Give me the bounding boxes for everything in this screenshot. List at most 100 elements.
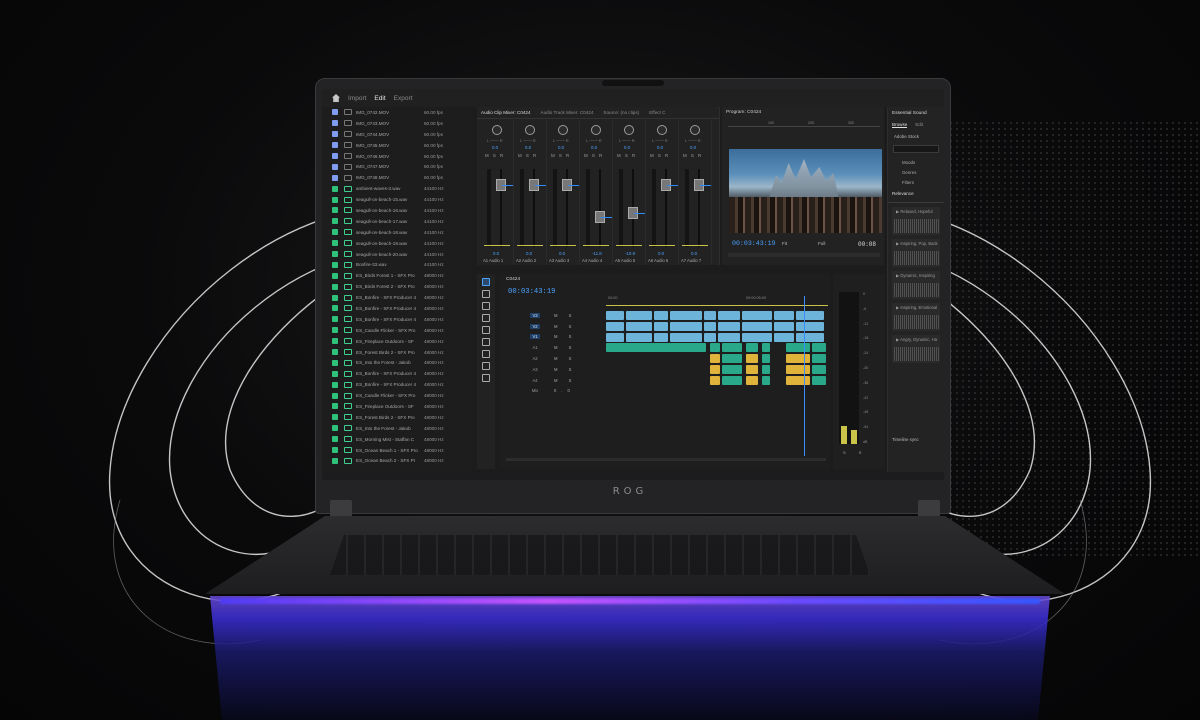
tab-audio-track-mixer[interactable]: Audio Track Mixer: C0424 xyxy=(541,110,594,115)
project-item[interactable]: Bonfire-33.wav 44100 Hz xyxy=(322,259,472,270)
project-item[interactable]: ES_Candle Flicker - SFX Pro 48000 Hz xyxy=(322,390,472,401)
project-item[interactable]: IMG_0747.MOV 60.00 fps xyxy=(322,161,472,172)
timeline-clip[interactable] xyxy=(746,343,758,353)
pan-knob-icon[interactable] xyxy=(492,125,502,135)
mute-solo-record-buttons[interactable]: M S R xyxy=(485,153,505,158)
track-target-label[interactable]: A4 xyxy=(530,378,540,383)
program-scrubber[interactable] xyxy=(728,253,880,257)
mute-solo-record-buttons[interactable]: M S R xyxy=(650,153,670,158)
tab-edit[interactable]: Edit xyxy=(915,122,923,128)
mute-solo-record-buttons[interactable]: M S R xyxy=(551,153,571,158)
topbar-edit[interactable]: Edit xyxy=(374,95,385,102)
track-target-label[interactable]: A3 xyxy=(530,367,540,372)
timeline-clip[interactable] xyxy=(670,321,702,331)
project-item[interactable]: ES_Into the Forest - Jakob 48000 Hz xyxy=(322,423,472,434)
volume-db-value[interactable]: -11.8 xyxy=(592,251,602,256)
track-header[interactable]: A2 M S xyxy=(500,353,606,364)
timeline-clip[interactable] xyxy=(704,332,716,342)
timeline-clip[interactable] xyxy=(796,332,824,342)
filter-genres[interactable]: Genres xyxy=(888,165,944,175)
project-item[interactable]: ES_Bonfire - SFX Producer 4 48000 Hz xyxy=(322,379,472,390)
timeline-clip[interactable] xyxy=(626,332,652,342)
project-item[interactable]: seagull-on-beach-16.wav 44100 Hz xyxy=(322,205,472,216)
timeline-clip[interactable] xyxy=(710,375,720,385)
pan-knob-icon[interactable] xyxy=(525,125,535,135)
mute-solo-record-buttons[interactable]: M S R xyxy=(584,153,604,158)
project-item[interactable]: ES_Bonfire - SFX Producer 4 48000 Hz xyxy=(322,303,472,314)
sound-result-item[interactable]: ▶ Inspiring, Emotional xyxy=(892,303,940,331)
timeline-clip[interactable] xyxy=(670,332,702,342)
project-item[interactable]: ES_Birds Forest 1 - SFX Pro 48000 Hz xyxy=(322,270,472,281)
project-item[interactable]: ES_Candle Flicker - SFX Pro 48000 Hz xyxy=(322,325,472,336)
program-timecode[interactable]: 00:03:43:19 xyxy=(732,240,776,247)
timeline-clip[interactable] xyxy=(742,321,772,331)
track-header[interactable]: V2 M S xyxy=(500,321,606,332)
pan-value[interactable]: 0.0 xyxy=(657,145,663,150)
timeline-sync-checkbox[interactable]: Timeline sync xyxy=(892,437,919,442)
project-item[interactable]: seagull-on-beach-15.wav 44100 Hz xyxy=(322,194,472,205)
mix-value[interactable]: 0.0 xyxy=(554,388,575,393)
volume-db-value[interactable]: 0.0 xyxy=(691,251,697,256)
track-header[interactable]: A1 M S xyxy=(500,342,606,353)
razor-tool-icon[interactable] xyxy=(482,314,490,322)
project-item[interactable]: IMG_0745.MOV 60.00 fps xyxy=(322,140,472,151)
project-item[interactable]: seagull-on-beach-17.wav 44100 Hz xyxy=(322,216,472,227)
timeline-clip[interactable] xyxy=(654,321,668,331)
project-item[interactable]: seagull-on-beach-19.wav 44100 Hz xyxy=(322,238,472,249)
volume-db-value[interactable]: -10.9 xyxy=(625,251,635,256)
sound-result-item[interactable]: ▶ Relaxed, Hopeful xyxy=(892,207,940,235)
track-mute-solo-buttons[interactable]: M S xyxy=(554,334,576,339)
project-item[interactable]: IMG_0748.MOV 60.00 fps xyxy=(322,172,472,183)
pen-tool-icon[interactable] xyxy=(482,338,490,346)
timeline-scrollbar[interactable] xyxy=(506,458,826,461)
timeline-clip[interactable] xyxy=(606,343,706,353)
pan-knob-icon[interactable] xyxy=(558,125,568,135)
topbar-import[interactable]: Import xyxy=(348,95,366,102)
timeline-clip[interactable] xyxy=(786,365,810,374)
filter-filters[interactable]: Filters xyxy=(888,175,944,185)
timeline-clip[interactable] xyxy=(786,343,810,353)
track-target-label[interactable]: V3 xyxy=(530,312,540,318)
stock-source[interactable]: Adobe Stock xyxy=(888,130,944,143)
timeline-clip[interactable] xyxy=(606,311,624,320)
volume-db-value[interactable]: 0.0 xyxy=(658,251,664,256)
timeline-clip[interactable] xyxy=(812,375,826,385)
home-icon[interactable] xyxy=(332,94,340,102)
track-select-tool-icon[interactable] xyxy=(482,290,490,298)
project-item[interactable]: ES_Forest Birds 2 - SFX Pro 48000 Hz xyxy=(322,347,472,358)
track-header[interactable]: A4 M S xyxy=(500,375,606,386)
track-mute-solo-buttons[interactable]: M S xyxy=(554,324,576,329)
pan-knob-icon[interactable] xyxy=(690,125,700,135)
timeline-clip[interactable] xyxy=(704,321,716,331)
timeline-clip[interactable] xyxy=(606,332,624,342)
track-header[interactable]: V3 M S xyxy=(500,310,606,321)
timeline-clip[interactable] xyxy=(670,311,702,320)
pan-value[interactable]: 0.0 xyxy=(558,145,564,150)
track-mute-solo-buttons[interactable]: M S xyxy=(554,345,576,350)
rectangle-tool-icon[interactable] xyxy=(482,350,490,358)
pan-value[interactable]: 0.0 xyxy=(591,145,597,150)
project-item[interactable]: IMG_0744.MOV 60.00 fps xyxy=(322,129,472,140)
timeline-clip[interactable] xyxy=(710,365,720,374)
pan-knob-icon[interactable] xyxy=(624,125,634,135)
ripple-edit-tool-icon[interactable] xyxy=(482,302,490,310)
track-target-label[interactable]: V1 xyxy=(530,334,540,340)
sound-result-item[interactable]: ▶ Dynamic, Inspiring xyxy=(892,271,940,299)
timeline-clip[interactable] xyxy=(718,332,740,342)
pan-value[interactable]: 0.0 xyxy=(690,145,696,150)
timeline-clip[interactable] xyxy=(786,354,810,364)
timeline-clip[interactable] xyxy=(796,311,824,320)
timeline-clip[interactable] xyxy=(710,354,720,364)
timeline-clip[interactable] xyxy=(796,321,824,331)
volume-db-value[interactable]: 0.0 xyxy=(493,251,499,256)
track-header[interactable]: A3 M S xyxy=(500,364,606,375)
tab-browse[interactable]: Browse xyxy=(892,122,908,128)
timeline-clip[interactable] xyxy=(654,311,668,320)
tab-source[interactable]: Source: (no clips) xyxy=(603,110,639,115)
volume-db-value[interactable]: 0.0 xyxy=(526,251,532,256)
track-header[interactable]: V1 M S xyxy=(500,332,606,343)
timeline-clip[interactable] xyxy=(812,354,826,364)
project-item[interactable]: ES_Fireplace Outdoors - SF 48000 Hz xyxy=(322,336,472,347)
timeline-timecode[interactable]: 00:03:43:19 xyxy=(508,288,555,296)
track-mute-solo-buttons[interactable]: M S xyxy=(554,356,576,361)
